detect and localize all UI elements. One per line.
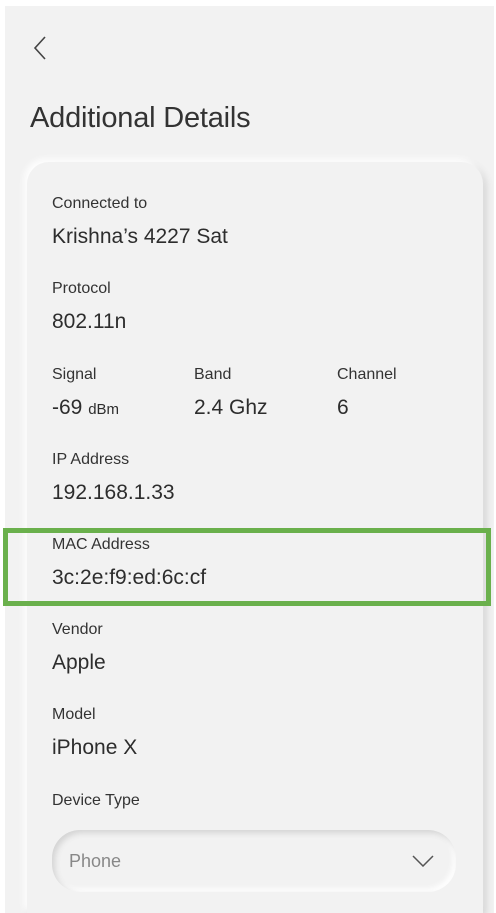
model-field: Model iPhone X (52, 705, 137, 761)
back-button[interactable] (33, 30, 57, 66)
connected-to-value: Krishna’s 4227 Sat (52, 225, 228, 248)
mac-address-highlight (3, 528, 491, 606)
connected-to-label: Connected to (52, 195, 148, 212)
chevron-left-icon (33, 36, 46, 60)
signal-number: -69 (52, 396, 83, 419)
signal-label: Signal (52, 366, 97, 383)
model-label: Model (52, 706, 96, 723)
device-type-dropdown[interactable]: Phone (52, 830, 456, 892)
channel-label: Channel (337, 366, 397, 383)
ip-address-label: IP Address (52, 451, 130, 468)
band-value: 2.4 Ghz (194, 396, 268, 419)
channel-field: Channel 6 (337, 365, 397, 421)
vendor-label: Vendor (52, 621, 103, 638)
ip-address-value: 192.168.1.33 (52, 481, 175, 504)
vendor-field: Vendor Apple (52, 620, 106, 676)
chevron-down-icon (412, 855, 434, 867)
vendor-value: Apple (52, 651, 106, 674)
channel-value: 6 (337, 396, 349, 419)
band-label: Band (194, 366, 232, 383)
protocol-value: 802.11n (52, 310, 127, 333)
protocol-label: Protocol (52, 280, 111, 297)
device-type-selected: Phone (69, 850, 122, 871)
device-type-label: Device Type (52, 792, 140, 809)
model-value: iPhone X (52, 736, 138, 759)
page-title: Additional Details (30, 102, 251, 134)
band-field: Band 2.4 Ghz (194, 365, 268, 421)
device-type-field: Device Type (52, 791, 140, 811)
signal-field: Signal -69 dBm (52, 365, 119, 423)
connected-to-field: Connected to Krishna’s 4227 Sat (52, 194, 228, 250)
signal-value: -69 dBm (52, 395, 119, 423)
signal-unit: dBm (88, 401, 120, 418)
ip-address-field: IP Address 192.168.1.33 (52, 450, 175, 506)
protocol-field: Protocol 802.11n (52, 279, 126, 335)
